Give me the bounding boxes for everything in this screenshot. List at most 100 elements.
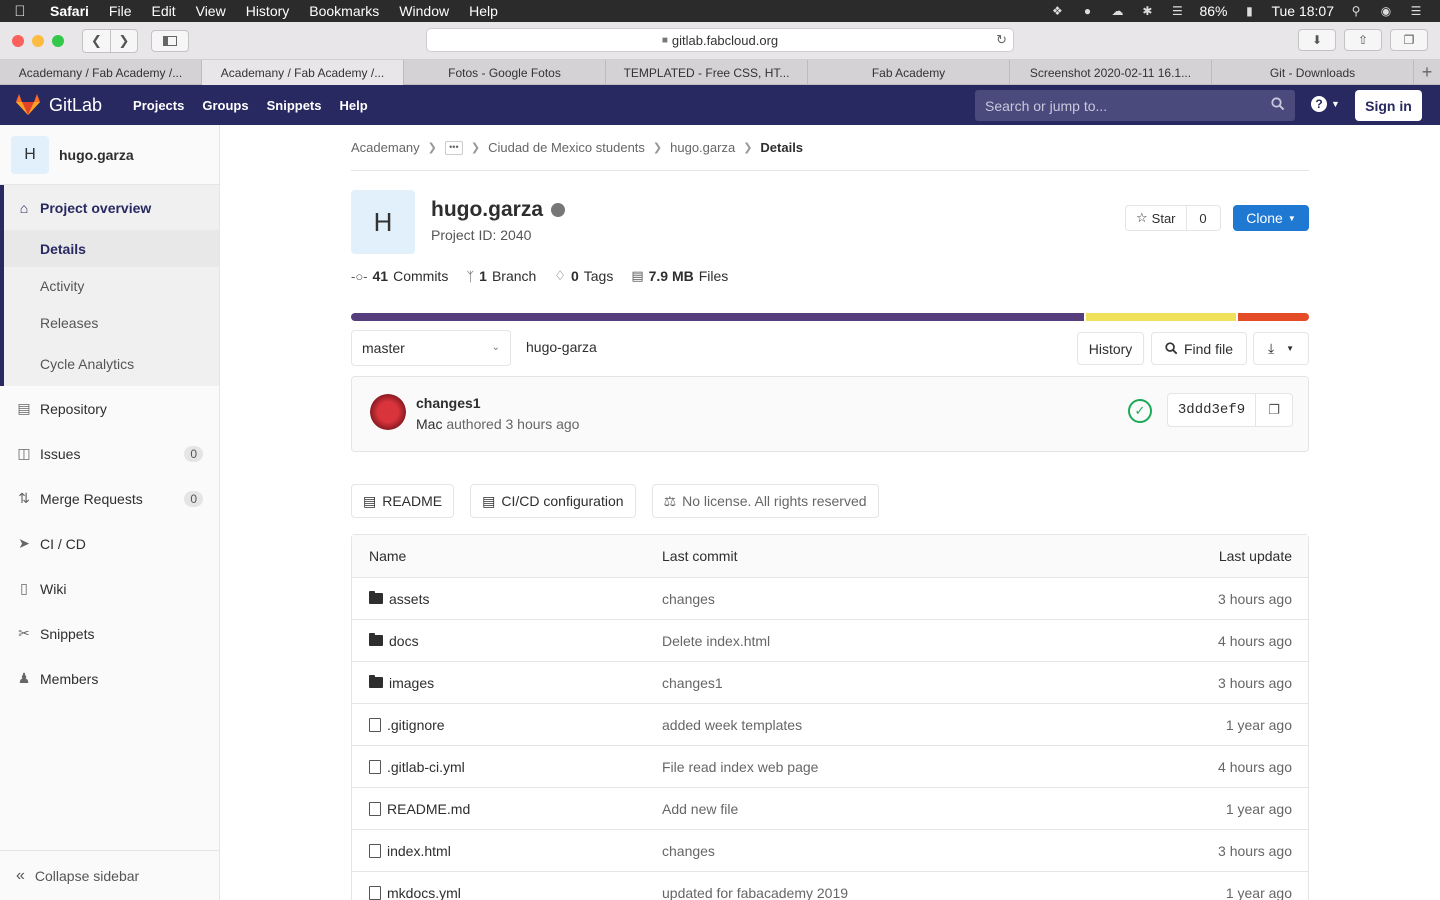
file-commit-message[interactable]: File read index web page [662, 759, 818, 775]
commit-author[interactable]: Mac [416, 416, 442, 432]
minimize-window-button[interactable] [32, 34, 44, 47]
downloads-icon[interactable]: ⬇ [1298, 29, 1336, 51]
file-name-cell[interactable]: README.md [369, 801, 470, 817]
apple-icon[interactable]:  [0, 3, 40, 20]
sidebar-subitem-releases[interactable]: Releases [4, 304, 219, 341]
menu-app-safari[interactable]: Safari [40, 3, 99, 19]
file-commit-message[interactable]: changes [662, 591, 715, 607]
notification-center-icon[interactable]: ☰ [1408, 4, 1424, 18]
menu-window[interactable]: Window [389, 3, 459, 19]
sidebar-item-members[interactable]: ♟ Members [0, 656, 219, 701]
table-row[interactable]: README.md Add new file 1 year ago [352, 788, 1308, 830]
sidebar-item-merge-requests[interactable]: ⇅ Merge Requests 0 [0, 476, 219, 521]
star-button[interactable]: ☆ Star [1126, 206, 1187, 230]
bluetooth-icon[interactable]: ✱ [1139, 4, 1155, 18]
file-name-cell[interactable]: .gitlab-ci.yml [369, 759, 465, 775]
commit-author-avatar[interactable] [370, 394, 406, 430]
zoom-window-button[interactable] [52, 34, 64, 47]
spotlight-search-icon[interactable]: ⚲ [1348, 4, 1364, 18]
nav-snippets[interactable]: Snippets [258, 98, 331, 113]
address-bar[interactable]: ■ gitlab.fabcloud.org ↻ [426, 28, 1014, 52]
menu-bookmarks[interactable]: Bookmarks [299, 3, 389, 19]
table-row[interactable]: .gitignore added week templates 1 year a… [352, 704, 1308, 746]
file-commit-message[interactable]: changes1 [662, 675, 723, 691]
license-button[interactable]: ⚖ No license. All rights reserved [651, 484, 879, 518]
browser-tab[interactable]: Git - Downloads [1212, 60, 1414, 85]
menu-file[interactable]: File [99, 3, 142, 19]
breadcrumb-current[interactable]: Details [760, 140, 803, 155]
breadcrumb-project[interactable]: hugo.garza [670, 140, 735, 155]
battery-percent[interactable]: 86% [1199, 3, 1227, 19]
sidebar-item-project-overview[interactable]: ⌂ Project overview [4, 185, 219, 230]
nav-projects[interactable]: Projects [124, 98, 193, 113]
readme-button[interactable]: ▤ README [351, 484, 455, 518]
file-name-cell[interactable]: .gitignore [369, 717, 445, 733]
tags-stat[interactable]: ♢ 0 Tags [554, 268, 613, 284]
sign-in-button[interactable]: Sign in [1355, 90, 1422, 121]
menu-edit[interactable]: Edit [141, 3, 185, 19]
language-segment[interactable] [351, 313, 1084, 321]
language-segment[interactable] [1238, 313, 1309, 321]
language-segment[interactable] [1085, 313, 1237, 321]
table-row[interactable]: docs Delete index.html 4 hours ago [352, 620, 1308, 662]
browser-tab[interactable]: TEMPLATED - Free CSS, HT... [606, 60, 808, 85]
browser-tab-active[interactable]: Academany / Fab Academy /... [202, 60, 404, 85]
gitlab-logo[interactable]: GitLab [16, 94, 102, 116]
sidebar-subitem-activity[interactable]: Activity [4, 267, 219, 304]
file-name-cell[interactable]: index.html [369, 843, 451, 859]
pipeline-passed-icon[interactable]: ✓ [1128, 399, 1152, 423]
file-commit-message[interactable]: changes [662, 843, 715, 859]
show-sidebar-button[interactable] [151, 29, 189, 52]
nav-groups[interactable]: Groups [193, 98, 257, 113]
sidebar-item-ci-cd[interactable]: ➤ CI / CD [0, 521, 219, 566]
menubar-clock[interactable]: Tue 18:07 [1271, 3, 1334, 19]
table-row[interactable]: index.html changes 3 hours ago [352, 830, 1308, 872]
table-row[interactable]: .gitlab-ci.yml File read index web page … [352, 746, 1308, 788]
sidebar-project-header[interactable]: H hugo.garza [0, 125, 219, 185]
file-commit-message[interactable]: Delete index.html [662, 633, 770, 649]
nav-help[interactable]: Help [331, 98, 377, 113]
back-icon[interactable]: ❮ [83, 30, 110, 52]
dropbox-icon[interactable]: ❖ [1049, 4, 1065, 18]
file-commit-message[interactable]: added week templates [662, 717, 802, 733]
close-window-button[interactable] [12, 34, 24, 47]
file-name-cell[interactable]: mkdocs.yml [369, 885, 461, 900]
cicd-configuration-button[interactable]: ▤ CI/CD configuration [470, 484, 636, 518]
table-row[interactable]: assets changes 3 hours ago [352, 578, 1308, 620]
commit-sha[interactable]: 3ddd3ef9 [1168, 394, 1256, 426]
breadcrumb-academany[interactable]: Academany [351, 140, 420, 155]
table-row[interactable]: images changes1 3 hours ago [352, 662, 1308, 704]
files-stat[interactable]: ▤ 7.9 MB Files [631, 268, 728, 284]
repository-language-bar[interactable] [351, 313, 1309, 321]
download-dropdown-button[interactable]: ⤓ ▼ [1253, 332, 1309, 365]
commit-title[interactable]: changes1 [416, 395, 481, 411]
sidebar-item-issues[interactable]: ◫ Issues 0 [0, 431, 219, 476]
sidebar-subitem-cycle-analytics[interactable]: Cycle Analytics [4, 341, 219, 386]
breadcrumb-group[interactable]: Ciudad de Mexico students [488, 140, 645, 155]
search-input[interactable]: Search or jump to... [975, 90, 1295, 121]
share-icon[interactable]: ⇧ [1344, 29, 1382, 51]
copy-icon[interactable]: ❐ [1256, 394, 1292, 426]
forward-icon[interactable]: ❯ [110, 29, 137, 52]
menu-view[interactable]: View [186, 3, 236, 19]
tab-overview-icon[interactable]: ❐ [1390, 29, 1428, 51]
creative-cloud-icon[interactable]: ● [1079, 4, 1095, 18]
file-name-cell[interactable]: docs [369, 633, 419, 649]
browser-tab[interactable]: Fab Academy [808, 60, 1010, 85]
repository-path[interactable]: hugo-garza [526, 339, 597, 355]
browser-tab[interactable]: Screenshot 2020-02-11 16.1... [1010, 60, 1212, 85]
file-name-cell[interactable]: images [369, 675, 434, 691]
menu-history[interactable]: History [236, 3, 300, 19]
browser-tab[interactable]: Fotos - Google Fotos [404, 60, 606, 85]
wifi-icon[interactable]: ☰ [1169, 4, 1185, 18]
help-dropdown[interactable]: ? ▼ [1311, 96, 1340, 112]
cloud-icon[interactable]: ☁ [1109, 4, 1125, 18]
reload-icon[interactable]: ↻ [996, 32, 1007, 48]
sidebar-item-snippets[interactable]: ✂ Snippets [0, 611, 219, 656]
collapse-sidebar-button[interactable]: « Collapse sidebar [0, 850, 220, 900]
branch-stat[interactable]: ᛉ 1 Branch [466, 268, 536, 284]
siri-icon[interactable]: ◉ [1378, 4, 1394, 18]
star-count[interactable]: 0 [1187, 206, 1220, 230]
branch-dropdown[interactable]: master ⌄ [351, 330, 511, 366]
history-button[interactable]: History [1077, 332, 1144, 365]
